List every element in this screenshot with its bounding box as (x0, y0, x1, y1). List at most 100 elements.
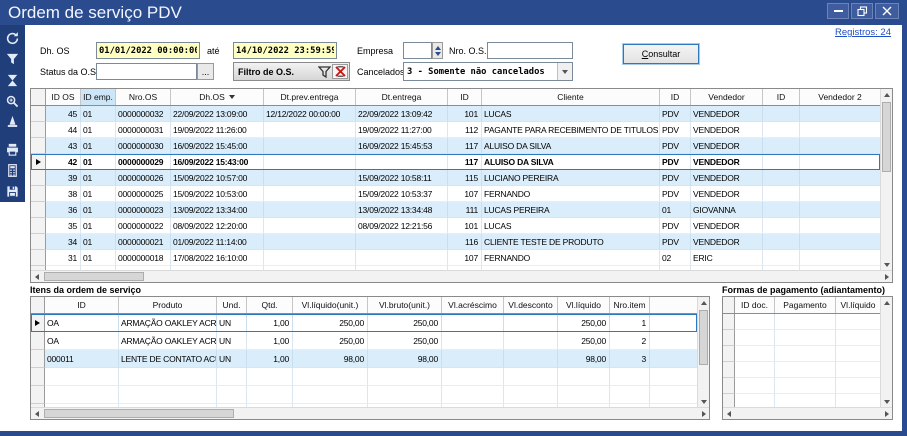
payments-vscrollbar[interactable] (880, 297, 892, 407)
calculator-button[interactable] (2, 160, 23, 181)
column-header-ID OS[interactable]: ID OS (46, 89, 81, 105)
table-row[interactable]: 3901000000002615/09/2022 10:57:0015/09/2… (31, 170, 880, 186)
scroll-right-button[interactable] (881, 271, 892, 282)
row-selector[interactable] (723, 330, 735, 346)
dh-os-to-input[interactable] (233, 42, 337, 59)
row-selector[interactable] (31, 106, 46, 122)
refresh-button[interactable] (2, 28, 23, 49)
empresa-input[interactable] (403, 42, 432, 59)
scroll-right-button[interactable] (881, 408, 892, 419)
column-header-ID[interactable]: ID (660, 89, 691, 105)
column-header-ID emp.[interactable]: ID emp. (81, 89, 116, 105)
empresa-lookup-button[interactable] (432, 42, 443, 59)
column-header-Vl.acréscimo[interactable]: Vl.acréscimo (442, 297, 504, 313)
scroll-down-button[interactable] (881, 396, 892, 407)
items-hscrollbar[interactable] (31, 407, 709, 419)
column-header-Und.[interactable]: Und. (217, 297, 247, 313)
row-selector[interactable] (723, 362, 735, 378)
save-button[interactable] (2, 181, 23, 202)
column-header-Vl.líquido[interactable]: Vl.líquido (836, 297, 880, 313)
dropdown-button[interactable] (557, 63, 572, 80)
column-header-Vl.desconto[interactable]: Vl.desconto (504, 297, 558, 313)
column-header-Produto[interactable]: Produto (119, 297, 217, 313)
table-row[interactable]: 4301000000003016/09/2022 15:45:0016/09/2… (31, 138, 880, 154)
registros-link[interactable]: Registros: 24 (835, 27, 891, 38)
column-header-Qtd.[interactable]: Qtd. (247, 297, 293, 313)
row-selector[interactable] (31, 350, 45, 368)
column-header-Nro.OS[interactable]: Nro.OS (116, 89, 171, 105)
column-header-Vendedor[interactable]: Vendedor (691, 89, 763, 105)
zoom-button[interactable] (2, 91, 23, 112)
column-header-Dt.prev.entrega[interactable]: Dt.prev.entrega (264, 89, 356, 105)
nro-os-input[interactable] (487, 42, 573, 59)
row-selector[interactable] (723, 314, 735, 330)
column-header-Nro.item[interactable]: Nro.item (610, 297, 650, 313)
table-row[interactable]: 3601000000002313/09/2022 13:34:0013/09/2… (31, 202, 880, 218)
filter-button[interactable] (2, 49, 23, 70)
row-selector[interactable] (31, 234, 46, 250)
scroll-down-button[interactable] (881, 259, 892, 270)
consultar-button[interactable]: Consultar (623, 44, 699, 64)
row-selector[interactable] (723, 378, 735, 394)
cancelados-select[interactable]: 3 - Somente não cancelados (403, 62, 573, 81)
orders-vscrollbar[interactable] (880, 89, 892, 270)
column-header-Pagamento[interactable]: Pagamento (775, 297, 836, 313)
row-selector[interactable] (31, 186, 46, 202)
column-header-ID[interactable]: ID (45, 297, 119, 313)
column-header-Vl.bruto(unit.)[interactable]: Vl.bruto(unit.) (368, 297, 442, 313)
row-selector[interactable] (31, 170, 46, 186)
column-header-Cliente[interactable]: Cliente (482, 89, 660, 105)
row-selector[interactable] (31, 218, 46, 234)
table-row[interactable]: 3401000000002101/09/2022 11:14:00116CLIE… (31, 234, 880, 250)
scroll-left-button[interactable] (31, 271, 42, 282)
row-selector[interactable] (31, 332, 45, 350)
row-selector[interactable] (31, 314, 45, 332)
column-header-ID[interactable]: ID (448, 89, 482, 105)
scroll-up-button[interactable] (881, 89, 892, 100)
table-row[interactable]: OAARMAÇÃO OAKLEY ACRILICUN1,00250,00250,… (31, 314, 697, 332)
payments-hscrollbar[interactable] (723, 407, 892, 419)
row-selector[interactable] (723, 394, 735, 407)
row-selector[interactable] (31, 386, 45, 404)
vscroll-thumb[interactable] (699, 310, 708, 365)
column-header-Vl.líquido[interactable]: Vl.líquido (558, 297, 610, 313)
items-vscrollbar[interactable] (697, 297, 709, 407)
minimize-button[interactable] (827, 3, 849, 19)
cone-button[interactable] (2, 112, 23, 133)
row-selector[interactable] (723, 346, 735, 362)
scroll-up-button[interactable] (698, 297, 709, 308)
restore-button[interactable] (851, 3, 873, 19)
clear-filter-button2[interactable] (332, 64, 348, 79)
row-selector[interactable] (31, 368, 45, 386)
table-row[interactable]: 4401000000003119/09/2022 11:26:0019/09/2… (31, 122, 880, 138)
row-selector[interactable] (31, 154, 46, 170)
scroll-up-button[interactable] (881, 297, 892, 308)
scroll-right-button[interactable] (698, 408, 709, 419)
scroll-down-button[interactable] (698, 396, 709, 407)
hscroll-thumb[interactable] (44, 409, 234, 418)
column-header-ID[interactable]: ID (763, 89, 800, 105)
column-header-Vendedor 2[interactable]: Vendedor 2 (800, 89, 880, 105)
table-row[interactable]: 3501000000002208/09/2022 12:20:0008/09/2… (31, 218, 880, 234)
apply-filter-button[interactable] (316, 64, 332, 79)
status-os-input[interactable] (96, 63, 197, 80)
column-header-Vl.líquido(unit.)[interactable]: Vl.líquido(unit.) (293, 297, 368, 313)
orders-hscrollbar[interactable] (31, 270, 892, 282)
status-browse-button[interactable]: ... (197, 63, 214, 80)
close-button[interactable] (875, 3, 899, 19)
print-button[interactable] (2, 139, 23, 160)
clear-filter-button[interactable] (2, 70, 23, 91)
column-header-spacer[interactable] (650, 297, 697, 313)
column-header-ID doc.[interactable]: ID doc. (735, 297, 775, 313)
row-selector[interactable] (31, 202, 46, 218)
dh-os-from-input[interactable] (96, 42, 200, 59)
row-selector[interactable] (31, 138, 46, 154)
column-header-Dh.OS[interactable]: Dh.OS (171, 89, 264, 105)
vscroll-thumb[interactable] (882, 102, 891, 172)
table-row[interactable]: 3801000000002515/09/2022 10:53:0015/09/2… (31, 186, 880, 202)
column-header-Dt.entrega[interactable]: Dt.entrega (356, 89, 448, 105)
hscroll-thumb[interactable] (44, 272, 144, 281)
scroll-left-button[interactable] (31, 408, 42, 419)
table-row[interactable]: 4201000000002916/09/2022 15:43:00117ALUI… (31, 154, 880, 170)
table-row[interactable]: OAARMAÇÃO OAKLEY ACRILICUN1,00250,00250,… (31, 332, 697, 350)
